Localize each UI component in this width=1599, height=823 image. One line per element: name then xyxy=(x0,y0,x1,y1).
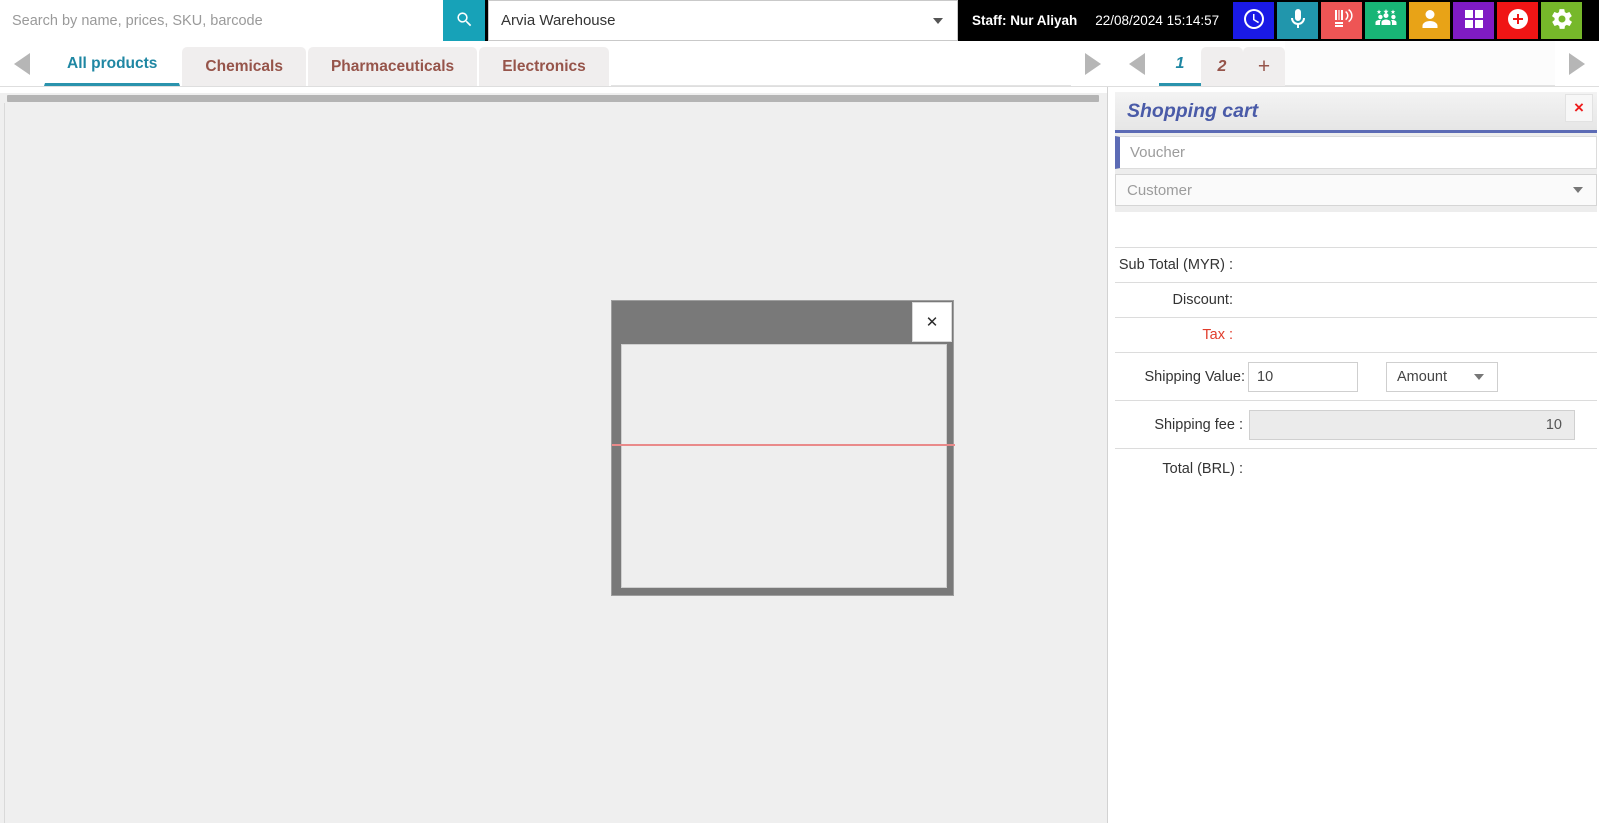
modal-title-bar: ✕ xyxy=(612,301,953,344)
cart-close-button[interactable]: × xyxy=(1565,94,1593,122)
shipping-value-input[interactable] xyxy=(1248,361,1358,392)
discount-label: Discount: xyxy=(1172,292,1233,308)
customer-button[interactable] xyxy=(1409,2,1451,39)
barcode-scanner-button[interactable] xyxy=(1321,2,1363,39)
warehouse-select-label: Arvia Warehouse xyxy=(501,12,616,29)
microphone-icon xyxy=(1286,7,1310,34)
datetime-label: 22/08/2024 15:14:57 xyxy=(1095,13,1220,28)
add-circle-button[interactable] xyxy=(1497,2,1539,39)
add-circle-icon xyxy=(1506,7,1530,34)
total-row: Total (BRL) : xyxy=(1115,449,1597,489)
search-icon xyxy=(455,10,474,32)
microphone-button[interactable] xyxy=(1277,2,1319,39)
far-right-arrow-icon xyxy=(1569,52,1585,75)
horizontal-scrollbar-track[interactable] xyxy=(0,87,1107,102)
voucher-input[interactable] xyxy=(1115,136,1597,169)
shipping-type-label: Amount xyxy=(1397,368,1447,385)
customer-row: Customer xyxy=(1115,174,1597,212)
total-label: Total (BRL) : xyxy=(1162,461,1243,477)
pager-forward-button[interactable] xyxy=(1555,41,1599,86)
top-bar: Arvia Warehouse Staff: Nur Aliyah 22/08/… xyxy=(0,0,1599,41)
shipping-fee-input xyxy=(1249,409,1575,440)
product-modal-dialog: ✕ xyxy=(611,300,955,596)
tab-electronics[interactable]: Electronics xyxy=(479,47,609,86)
tab-label: Chemicals xyxy=(205,58,283,75)
cart-header: Shopping cart × xyxy=(1115,92,1597,133)
page-tab-2[interactable]: 2 xyxy=(1201,47,1243,86)
staff-group-icon xyxy=(1374,7,1398,34)
pager-back-button[interactable] xyxy=(1115,41,1159,86)
shipping-value-label: Shipping Value: xyxy=(1144,368,1245,385)
category-tabs: All products Chemicals Pharmaceuticals E… xyxy=(44,41,611,86)
tab-pharmaceuticals[interactable]: Pharmaceuticals xyxy=(307,47,478,86)
search-button[interactable] xyxy=(443,0,485,41)
toolbar-icons xyxy=(1233,0,1583,41)
tab-spacer xyxy=(610,41,1071,86)
staff-info: Staff: Nur Aliyah 22/08/2024 15:14:57 xyxy=(972,0,1219,41)
staff-group-button[interactable] xyxy=(1365,2,1407,39)
shipping-fee-label: Shipping fee : xyxy=(1154,416,1243,433)
pager-tail xyxy=(1285,41,1555,86)
horizontal-scrollbar-thumb[interactable] xyxy=(7,95,1099,102)
clock-icon xyxy=(1242,7,1266,34)
clock-button[interactable] xyxy=(1233,2,1275,39)
shipping-type-select[interactable]: Amount xyxy=(1386,361,1498,392)
modal-body xyxy=(621,344,947,588)
tab-label: Electronics xyxy=(502,58,586,75)
chevron-down-icon xyxy=(1573,187,1583,193)
modal-close-button[interactable]: ✕ xyxy=(912,302,952,342)
customer-select-label: Customer xyxy=(1127,181,1193,199)
tax-row: Tax : xyxy=(1115,318,1597,353)
warehouse-select[interactable]: Arvia Warehouse xyxy=(488,0,958,41)
discount-row: Discount: xyxy=(1115,283,1597,318)
settings-gear-icon xyxy=(1550,7,1574,34)
search-container xyxy=(0,0,443,41)
calculator-button[interactable] xyxy=(1453,2,1495,39)
add-page-label: + xyxy=(1257,54,1271,78)
shipping-value-row: Shipping Value: Amount xyxy=(1115,353,1597,401)
page-tabs: 1 2 + xyxy=(1115,41,1285,86)
search-input[interactable] xyxy=(0,0,443,41)
modal-divider-line xyxy=(612,444,955,446)
tab-bar: All products Chemicals Pharmaceuticals E… xyxy=(0,41,1599,87)
barcode-scanner-icon xyxy=(1330,7,1354,34)
customer-icon xyxy=(1418,7,1442,34)
tax-label: Tax : xyxy=(1202,327,1233,343)
tab-chemicals[interactable]: Chemicals xyxy=(182,47,306,86)
pager-back-icon xyxy=(1129,52,1145,75)
staff-name-label: Staff: Nur Aliyah xyxy=(972,13,1078,28)
calculator-icon xyxy=(1462,7,1486,34)
cart-title: Shopping cart xyxy=(1127,99,1259,122)
page-tab-1[interactable]: 1 xyxy=(1159,44,1201,86)
customer-select[interactable]: Customer xyxy=(1115,174,1597,206)
shopping-cart-panel: Shopping cart × Customer Sub Total (MYR)… xyxy=(1109,87,1599,823)
add-page-tab-button[interactable]: + xyxy=(1243,47,1285,86)
settings-button[interactable] xyxy=(1541,2,1583,39)
prev-arrow-icon xyxy=(14,52,30,75)
subtotal-row: Sub Total (MYR) : xyxy=(1115,248,1597,283)
shipping-fee-row: Shipping fee : xyxy=(1115,401,1597,449)
tab-all-products[interactable]: All products xyxy=(44,44,181,86)
tabs-prev-button[interactable] xyxy=(0,41,44,86)
tab-label: All products xyxy=(67,55,158,72)
page-tab-label: 1 xyxy=(1175,54,1185,72)
cart-items-list xyxy=(1115,212,1597,248)
tab-label: Pharmaceuticals xyxy=(330,58,455,75)
chevron-down-icon xyxy=(933,17,943,24)
tabs-next-button[interactable] xyxy=(1071,41,1115,86)
next-arrow-icon xyxy=(1085,52,1101,75)
voucher-row xyxy=(1115,133,1597,174)
page-tab-label: 2 xyxy=(1217,57,1227,75)
subtotal-label: Sub Total (MYR) : xyxy=(1118,257,1233,273)
chevron-down-icon xyxy=(1474,373,1484,380)
